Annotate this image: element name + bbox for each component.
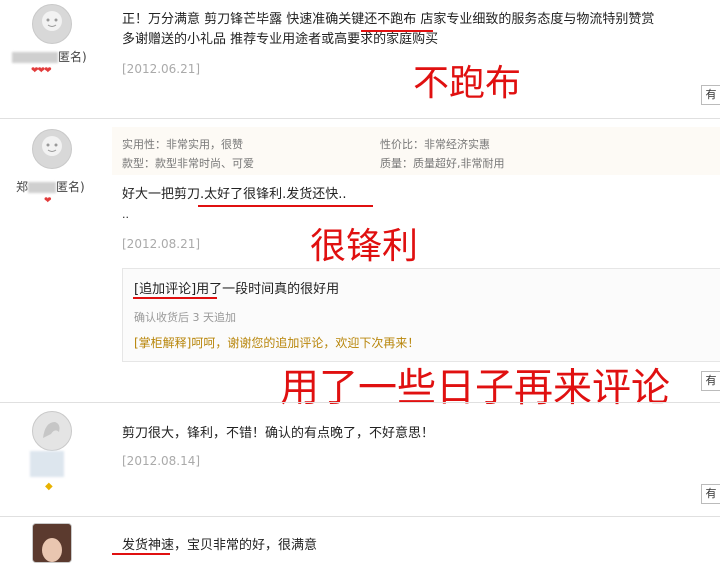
avatar[interactable]: [32, 523, 72, 563]
helpful-button[interactable]: 有: [701, 484, 720, 504]
review-item-4: 发货神速，宝贝非常的好，很满意: [0, 517, 720, 563]
attribute-style: 款型：款型非常时尚、可爱: [122, 157, 254, 170]
annotation-underline: [112, 553, 170, 555]
review-date: [2012.08.14]: [122, 454, 201, 468]
review-text-line2: ..: [122, 208, 129, 221]
avatar[interactable]: [32, 4, 72, 44]
annotation-underline: [361, 30, 433, 32]
buyer-level-icon: ❤: [44, 196, 51, 206]
helpful-button[interactable]: 有: [701, 85, 720, 105]
review-text-line2: 多谢赠送的小礼品 推荐专业用途者或高要求的家庭购买: [122, 32, 439, 47]
avatar[interactable]: [32, 129, 72, 169]
avatar[interactable]: [32, 411, 72, 451]
attribute-ratings: 实用性：非常实用，很赞 性价比：非常经济实惠 款型：款型非常时尚、可爱 质量：质…: [112, 127, 720, 175]
attribute-value: 性价比：非常经济实惠: [380, 138, 490, 151]
review-text: 好大一把剪刀.太好了很锋利.发货还快..: [122, 187, 347, 202]
additional-review-text: [追加评论]用了一段时间真的很好用: [134, 282, 340, 297]
review-text: 剪刀很大，锋利，不错！确认的有点晚了，不好意思！: [122, 426, 435, 441]
annotation-underline: [133, 297, 217, 299]
annotation-underline: [198, 205, 373, 207]
attribute-practicality: 实用性：非常实用，很赞: [122, 138, 243, 151]
username[interactable]: 匿名): [12, 48, 87, 65]
review-date: [2012.06.21]: [122, 62, 201, 76]
username[interactable]: [30, 451, 64, 477]
annotation-text: 很锋利: [310, 226, 419, 267]
seller-reply: [掌柜解释]呵呵，谢谢您的追加评论，欢迎下次再来！: [134, 336, 420, 350]
buyer-level-icon: ❤❤❤: [31, 66, 52, 76]
seller-reply-label: [掌柜解释]: [134, 336, 192, 350]
additional-review-meta: 确认收货后 3 天追加: [134, 311, 236, 324]
attribute-quality: 质量：质量超好,非常耐用: [380, 157, 505, 170]
annotation-text: 不跑布: [413, 63, 522, 104]
review-item-3: ◆ 剪刀很大，锋利，不错！确认的有点晚了，不好意思！ [2012.08.14] …: [0, 403, 720, 516]
helpful-button[interactable]: 有: [701, 371, 720, 391]
additional-review-label: [追加评论]: [134, 282, 197, 297]
username[interactable]: 郑匿名): [16, 178, 85, 195]
review-item-2: 郑匿名) ❤ 实用性：非常实用，很赞 性价比：非常经济实惠 款型：款型非常时尚、…: [0, 119, 720, 411]
buyer-level-icon: ◆: [45, 481, 53, 492]
review-text: 正！万分满意 剪刀锋芒毕露 快速准确关键还不跑布 店家专业细致的服务态度与物流特…: [122, 12, 655, 27]
review-date: [2012.08.21]: [122, 237, 201, 251]
additional-review-box: [追加评论]用了一段时间真的很好用 确认收货后 3 天追加 [掌柜解释]呵呵，谢…: [122, 268, 720, 362]
review-item-1: 匿名) ❤❤❤ 正！万分满意 剪刀锋芒毕露 快速准确关键还不跑布 店家专业细致的…: [0, 0, 720, 118]
